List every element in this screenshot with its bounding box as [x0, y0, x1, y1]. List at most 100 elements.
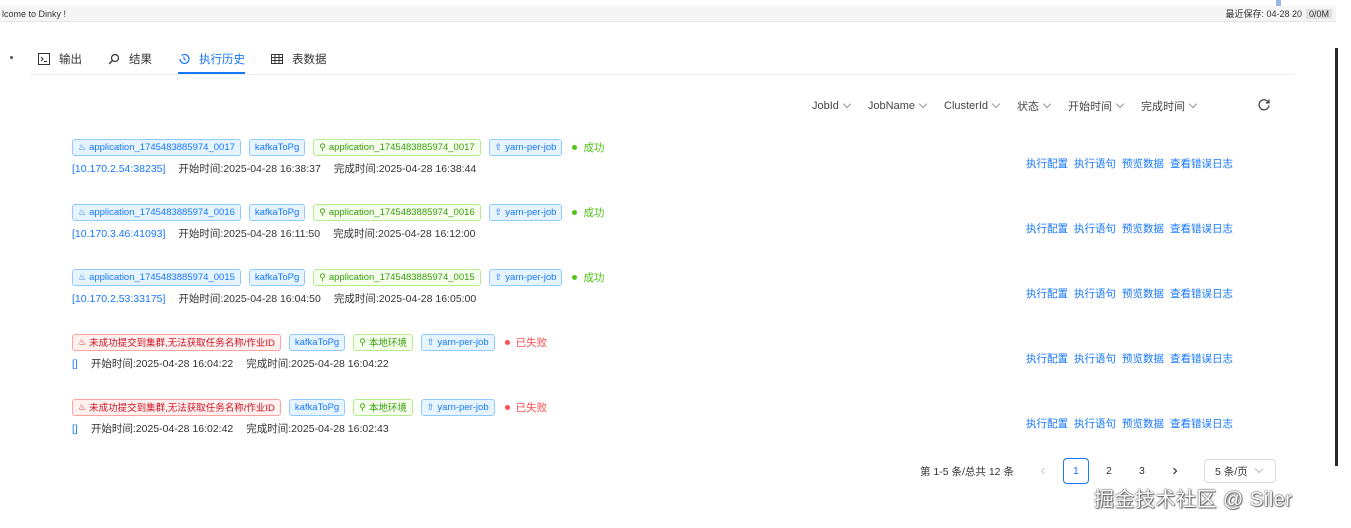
- filter-status[interactable]: 状态: [1017, 98, 1052, 114]
- status-text: 已失败: [515, 336, 548, 349]
- start-time: 开始时间:2025-04-28 16:04:22: [90, 358, 234, 370]
- status-text: 成功: [583, 271, 605, 284]
- tag-row: ♨ application_1745483885974_0015 kafkaToP…: [72, 268, 1262, 286]
- app-id-text: application_1745483885974_0017: [89, 141, 235, 153]
- job-name-tag: kafkaToPg: [248, 203, 306, 221]
- page-size-select[interactable]: 5 条/页: [1203, 459, 1276, 483]
- list-item: ♨ 未成功提交到集群,无法获取任务名称/作业ID kafkaToPg ⚲ 本地环境 …: [72, 398, 1262, 463]
- next-page-button[interactable]: [1162, 458, 1188, 484]
- start-time: 开始时间:2025-04-28 16:38:37: [178, 163, 321, 175]
- pagination-total: 第 1-5 条/总共 12 条: [920, 465, 1014, 478]
- cluster-icon: ⚲: [359, 336, 366, 347]
- preview-data-link[interactable]: 预览数据: [1122, 286, 1164, 301]
- filter-end-time-label: 完成时间: [1141, 101, 1186, 113]
- page-3-button[interactable]: 3: [1129, 458, 1155, 484]
- filter-end-time[interactable]: 完成时间: [1141, 98, 1198, 114]
- chevron-down-icon: [918, 99, 928, 109]
- terminal-icon: [38, 53, 50, 65]
- view-error-log-link[interactable]: 查看错误日志: [1170, 221, 1233, 236]
- app-id-tag: ♨ application_1745483885974_0016: [72, 203, 241, 221]
- exec-statement-link[interactable]: 执行语句: [1074, 416, 1116, 431]
- status-right: 最近保存: 04-28 20 0/0M: [1225, 6, 1332, 22]
- exec-statement-link[interactable]: 执行语句: [1074, 351, 1116, 366]
- chevron-down-icon: [1115, 99, 1125, 109]
- list-item: ♨ application_1745483885974_0017 kafkaToP…: [72, 138, 1262, 203]
- search-icon: [108, 53, 120, 65]
- start-time: 开始时间:2025-04-28 16:11:50: [178, 228, 321, 240]
- welcome-text: lcome to Dinky !: [2, 9, 67, 19]
- address-link[interactable]: []: [72, 358, 78, 370]
- rocket-icon: ⇧: [426, 401, 435, 412]
- status-dot: [504, 404, 510, 410]
- exec-config-link[interactable]: 执行配置: [1026, 416, 1068, 431]
- exec-config-link[interactable]: 执行配置: [1026, 156, 1068, 171]
- filter-jobname[interactable]: JobName: [867, 98, 928, 114]
- run-mode-tag: ⇧ yarn-per-job: [420, 333, 495, 351]
- exec-statement-link[interactable]: 执行语句: [1074, 286, 1116, 301]
- right-scrollbar[interactable]: [1335, 48, 1338, 466]
- app-id-tag: ♨ application_1745483885974_0017: [72, 138, 241, 156]
- page-1-button[interactable]: 1: [1062, 458, 1089, 484]
- chevron-down-icon: [1254, 464, 1263, 474]
- page-2-button[interactable]: 2: [1096, 458, 1122, 484]
- exec-config-link[interactable]: 执行配置: [1026, 221, 1068, 236]
- last-saved-text: 最近保存: 04-28 20: [1225, 9, 1302, 19]
- status-badge: 成功: [572, 270, 604, 285]
- chevron-down-icon: [991, 99, 1001, 109]
- address-link[interactable]: []: [72, 423, 78, 435]
- filter-jobid[interactable]: JobId: [812, 98, 852, 114]
- reload-icon[interactable]: [1257, 98, 1271, 112]
- exec-statement-link[interactable]: 执行语句: [1074, 156, 1116, 171]
- status-text: 已失败: [515, 401, 548, 414]
- status-text: 成功: [583, 206, 605, 219]
- view-error-log-link[interactable]: 查看错误日志: [1170, 416, 1233, 431]
- prev-page-button[interactable]: [1030, 458, 1056, 484]
- run-mode-text: yarn-per-job: [505, 141, 557, 153]
- filter-jobname-label: JobName: [867, 100, 915, 112]
- fire-icon: ♨: [78, 401, 87, 412]
- app-id-text: 未成功提交到集群,无法获取任务名称/作业ID: [89, 403, 275, 414]
- tag-row: ♨ application_1745483885974_0016 kafkaToP…: [72, 203, 1262, 221]
- tab-output-label: 输出: [59, 54, 82, 66]
- preview-data-link[interactable]: 预览数据: [1122, 221, 1164, 236]
- filter-start-time-label: 开始时间: [1068, 101, 1113, 113]
- status-badge: 成功: [572, 140, 604, 155]
- cluster-text: 本地环境: [368, 338, 407, 349]
- run-mode-text: yarn-per-job: [437, 336, 489, 348]
- row-actions: 执行配置 执行语句 预览数据 查看错误日志: [1026, 416, 1239, 431]
- bottom-panel-tabs: 输出 结果 执行历史 表数据: [38, 48, 353, 74]
- exec-config-link[interactable]: 执行配置: [1026, 351, 1068, 366]
- filter-clusterid[interactable]: ClusterId: [944, 98, 1001, 114]
- tab-table-data[interactable]: 表数据: [271, 48, 327, 70]
- run-mode-tag: ⇧ yarn-per-job: [488, 203, 563, 221]
- tag-row: ♨ 未成功提交到集群,无法获取任务名称/作业ID kafkaToPg ⚲ 本地环境 …: [72, 333, 1262, 351]
- exec-config-link[interactable]: 执行配置: [1026, 286, 1068, 301]
- preview-data-link[interactable]: 预览数据: [1122, 416, 1164, 431]
- row-actions: 执行配置 执行语句 预览数据 查看错误日志: [1026, 221, 1239, 236]
- preview-data-link[interactable]: 预览数据: [1122, 351, 1164, 366]
- history-icon: [178, 53, 190, 65]
- filter-start-time[interactable]: 开始时间: [1068, 98, 1125, 114]
- pagination: 第 1-5 条/总共 12 条 1 2 3 5 条/页: [920, 458, 1276, 484]
- tab-result[interactable]: 结果: [108, 48, 152, 70]
- address-link[interactable]: [10.170.2.54:38235]: [72, 163, 165, 175]
- preview-data-link[interactable]: 预览数据: [1122, 156, 1164, 171]
- end-time: 完成时间:2025-04-28 16:38:44: [333, 163, 477, 175]
- view-error-log-link[interactable]: 查看错误日志: [1170, 286, 1233, 301]
- job-name-text: kafkaToPg: [294, 401, 340, 413]
- row-actions: 执行配置 执行语句 预览数据 查看错误日志: [1026, 156, 1239, 171]
- cluster-tag: ⚲ 本地环境: [353, 333, 413, 351]
- tab-history[interactable]: 执行历史: [178, 48, 245, 74]
- address-link[interactable]: [10.170.3.46:41093]: [72, 228, 165, 240]
- memory-indicator[interactable]: 0/0M: [1305, 9, 1332, 19]
- status-dot: [572, 274, 578, 280]
- address-link[interactable]: [10.170.2.53:33175]: [72, 293, 165, 305]
- chevron-down-icon: [1042, 99, 1052, 109]
- view-error-log-link[interactable]: 查看错误日志: [1170, 351, 1233, 366]
- job-name-text: kafkaToPg: [294, 336, 340, 348]
- exec-statement-link[interactable]: 执行语句: [1074, 221, 1116, 236]
- run-mode-tag: ⇧ yarn-per-job: [488, 268, 563, 286]
- job-name-tag: kafkaToPg: [248, 138, 306, 156]
- view-error-log-link[interactable]: 查看错误日志: [1170, 156, 1233, 171]
- tab-output[interactable]: 输出: [38, 48, 82, 70]
